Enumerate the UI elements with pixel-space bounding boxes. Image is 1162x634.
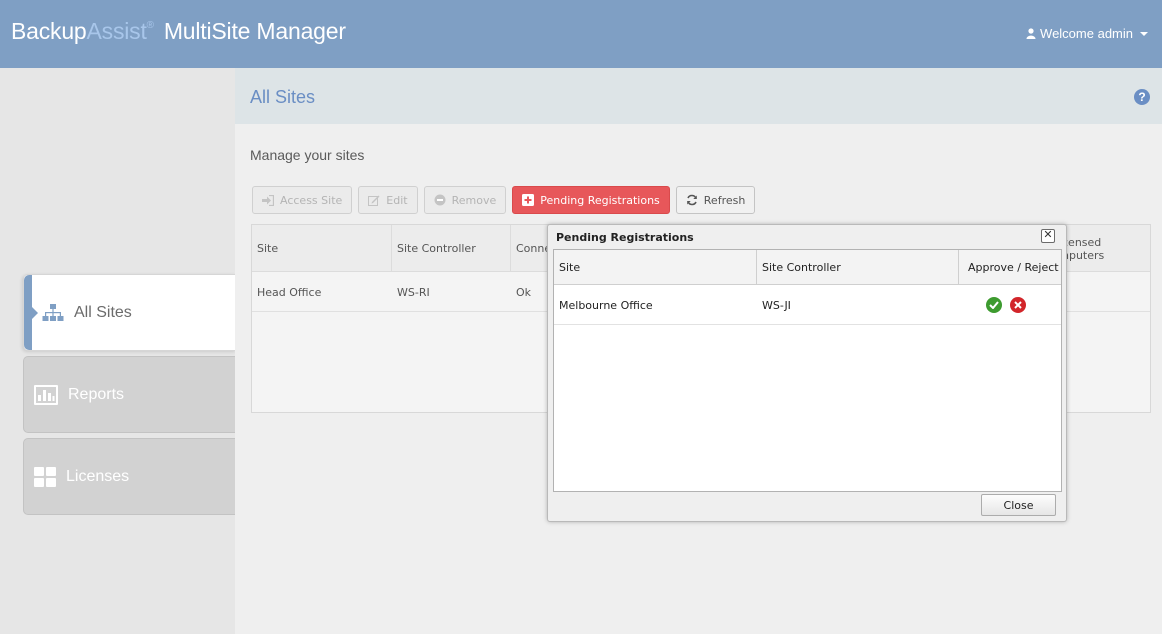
brand-product: MultiSite Manager bbox=[163, 18, 346, 44]
grid-header: Site Site Controller Approve / Reject bbox=[554, 250, 1061, 285]
grid-icon bbox=[34, 466, 56, 487]
plus-square-icon bbox=[522, 194, 535, 206]
welcome-text: Welcome admin bbox=[1040, 26, 1133, 41]
column-divider bbox=[391, 225, 392, 272]
brand-trademark: ® bbox=[146, 20, 154, 31]
edit-label: Edit bbox=[386, 193, 408, 207]
minus-circle-icon bbox=[434, 194, 446, 206]
refresh-icon bbox=[686, 194, 697, 206]
row-site: Melbourne Office bbox=[559, 298, 653, 312]
close-button[interactable]: Close bbox=[981, 494, 1056, 516]
column-header-licensed-line1[interactable]: censed bbox=[1062, 236, 1101, 249]
sidebar-item-licenses[interactable]: Licenses bbox=[23, 438, 236, 515]
approve-check-icon[interactable] bbox=[986, 297, 1002, 313]
row-connection: Ok bbox=[516, 286, 532, 299]
row-site: Head Office bbox=[257, 286, 322, 299]
top-bar: BackupAssist® MultiSite Manager Welcome a… bbox=[0, 0, 1162, 68]
pending-registrations-button[interactable]: Pending Registrations bbox=[512, 186, 670, 214]
dialog-title: Pending Registrations bbox=[556, 231, 694, 244]
refresh-label: Refresh bbox=[703, 193, 746, 207]
brand-assist: Assist bbox=[86, 18, 147, 44]
column-header-site-controller[interactable]: Site Controller bbox=[397, 242, 476, 255]
row-site-controller: WS-RI bbox=[397, 286, 430, 299]
sidebar-item-reports[interactable]: Reports bbox=[23, 356, 236, 433]
edit-icon bbox=[368, 195, 380, 206]
reject-x-icon[interactable] bbox=[1010, 297, 1026, 313]
sidebar-item-label: Licenses bbox=[66, 467, 130, 485]
access-site-label: Access Site bbox=[280, 193, 343, 207]
pending-registrations-label: Pending Registrations bbox=[540, 193, 660, 207]
page-header: All Sites ? bbox=[235, 68, 1162, 124]
toolbar: Access Site Edit Remove Pending Registra… bbox=[252, 186, 756, 214]
pending-registrations-grid: Site Site Controller Approve / Reject Me… bbox=[553, 249, 1062, 492]
column-header-site[interactable]: Site bbox=[257, 242, 278, 255]
edit-button[interactable]: Edit bbox=[358, 186, 418, 214]
remove-label: Remove bbox=[451, 193, 497, 207]
sitemap-icon bbox=[42, 303, 64, 322]
sidebar-item-label: All Sites bbox=[74, 303, 132, 321]
page-subtitle: Manage your sites bbox=[250, 147, 365, 163]
help-icon[interactable]: ? bbox=[1134, 89, 1150, 105]
sidebar-item-label: Reports bbox=[68, 385, 125, 403]
column-header-approve-reject[interactable]: Approve / Reject bbox=[959, 250, 1062, 285]
close-icon[interactable]: ✕ bbox=[1041, 229, 1055, 243]
bar-chart-icon bbox=[34, 384, 58, 405]
pending-registrations-dialog: Pending Registrations ✕ Site Site Contro… bbox=[547, 224, 1067, 522]
sign-in-icon bbox=[262, 194, 274, 206]
brand-backup: Backup bbox=[11, 18, 87, 44]
brand-logo: BackupAssist® MultiSite Manager bbox=[11, 18, 346, 45]
sidebar-item-all-sites[interactable]: All Sites bbox=[23, 274, 236, 351]
active-arrow-icon bbox=[32, 307, 38, 319]
refresh-button[interactable]: Refresh bbox=[675, 186, 756, 214]
remove-button[interactable]: Remove bbox=[423, 186, 507, 214]
chevron-down-icon bbox=[1140, 31, 1148, 36]
page-title: All Sites bbox=[250, 87, 316, 107]
column-divider bbox=[510, 225, 511, 272]
sidebar: All Sites Reports Licenses bbox=[0, 68, 236, 634]
row-site-controller: WS-JI bbox=[762, 298, 791, 312]
column-header-connection[interactable]: Conne bbox=[516, 242, 551, 255]
column-header-site[interactable]: Site bbox=[554, 250, 756, 285]
column-header-licensed-line2[interactable]: nputers bbox=[1062, 249, 1104, 262]
access-site-button[interactable]: Access Site bbox=[252, 186, 353, 214]
table-row[interactable]: Melbourne Office WS-JI bbox=[554, 285, 1061, 325]
user-menu[interactable]: Welcome admin bbox=[1026, 26, 1148, 41]
user-icon bbox=[1026, 28, 1036, 39]
column-header-site-controller[interactable]: Site Controller bbox=[757, 250, 958, 285]
